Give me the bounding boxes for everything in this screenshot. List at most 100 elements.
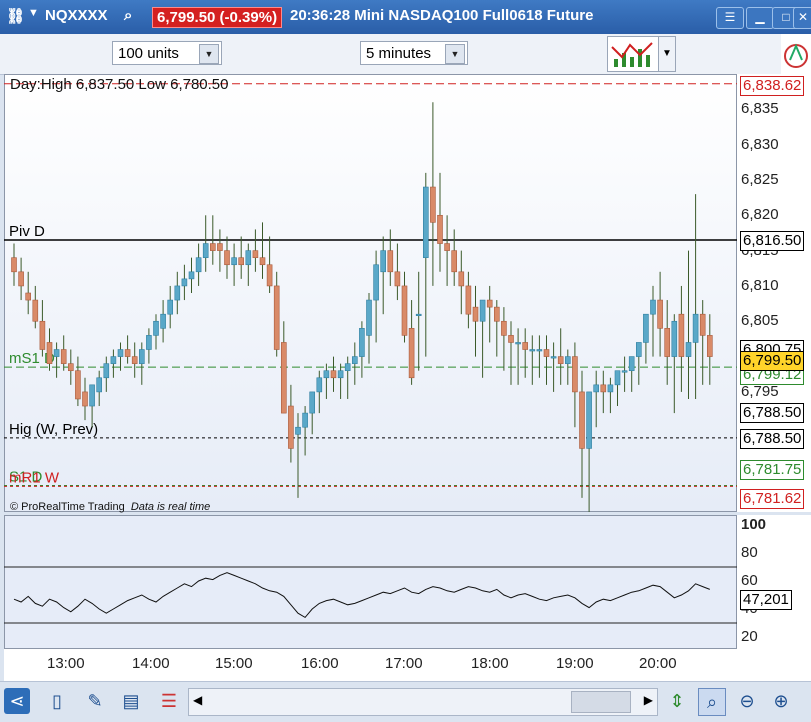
price-tick: 6,795 <box>741 382 779 400</box>
share-icon[interactable]: ⋖ <box>4 688 30 714</box>
rsi-axis[interactable]: 2040608010047,201 <box>737 515 811 649</box>
candle-body <box>330 370 337 379</box>
zoom-in-icon[interactable]: ⊕ <box>768 688 794 714</box>
rsi-tick: 20 <box>741 628 758 645</box>
chevron-down-icon[interactable]: ▼ <box>445 44 465 64</box>
candle-body <box>550 356 557 359</box>
candle-body <box>472 306 479 322</box>
candle-body <box>529 349 536 352</box>
price-axis[interactable]: 6,7956,8006,8056,8106,8156,8206,8256,830… <box>737 74 811 512</box>
candle-body <box>302 412 308 428</box>
orders-icon[interactable]: ☰ <box>156 688 182 714</box>
chart-style-button[interactable] <box>607 36 659 72</box>
chevron-down-icon[interactable]: ▼ <box>28 7 39 19</box>
level-name-label: Piv D <box>9 223 45 240</box>
level-value-badge: 6,788.50 <box>740 402 805 423</box>
candle-body <box>628 356 635 372</box>
title-bar: ⛓ ▼ NQXXXX ⌕ 6,799.50 (-0.39%) 20:36:28 … <box>0 0 811 34</box>
candle-body <box>75 370 81 400</box>
candle-body <box>273 285 280 350</box>
candle-body <box>11 257 17 273</box>
drawing-tools-icon[interactable]: ✎ <box>82 688 108 714</box>
candle-body <box>96 377 102 393</box>
price-chart-panel[interactable]: Piv DmS1 D Hig (W, Prev) S1 DmR1 W Day:Hig… <box>4 74 737 513</box>
symbol-label[interactable]: NQXXXX <box>45 7 108 24</box>
rsi-panel[interactable] <box>4 515 737 649</box>
candle-body <box>146 335 152 350</box>
candle-body <box>82 391 88 407</box>
menu-icon[interactable]: ☰ <box>716 7 744 29</box>
indicators-icon[interactable]: ▤ <box>118 688 144 714</box>
candle-body <box>380 250 387 273</box>
scroll-right-icon[interactable]: ▶ <box>644 693 653 707</box>
candle-body <box>366 299 372 336</box>
candle-body <box>650 299 656 315</box>
timeframe-select[interactable]: 5 minutes ▼ <box>360 41 468 65</box>
scroll-thumb[interactable] <box>571 691 631 713</box>
link-icon[interactable]: ⛓ <box>6 7 25 25</box>
minimize-button[interactable]: ▁ <box>746 7 774 29</box>
candle-body <box>202 243 209 258</box>
candlestick-chart[interactable]: Piv DmS1 DHig (W, Prev)S1 DmR1 W <box>4 74 737 512</box>
candle-body <box>515 342 521 345</box>
candle-body <box>309 391 316 414</box>
candle-body <box>195 257 202 273</box>
candle-body <box>89 384 95 407</box>
day-high-low-label: Day:High 6,837.50 Low 6,780.50 <box>10 76 229 93</box>
candle-body <box>437 214 443 244</box>
horizontal-scrollbar[interactable]: ◀ ▶ <box>188 688 658 716</box>
chevron-down-icon[interactable]: ▼ <box>199 44 219 64</box>
value-badge: 6,788.50 <box>740 428 805 449</box>
scroll-left-icon[interactable]: ◀ <box>193 693 202 707</box>
candle-body <box>430 186 436 223</box>
candle-body <box>593 384 600 393</box>
candle-body <box>124 349 131 357</box>
zoom-fit-icon[interactable]: ⌕ <box>698 688 726 716</box>
candle-body <box>664 328 671 357</box>
bottom-toolbar: ⋖ ▯ ✎ ▤ ☰ ◀ ▶ ⇕ ⌕ ⊖ ⊕ <box>0 681 811 722</box>
candle-body <box>117 349 124 357</box>
candle-body <box>188 271 195 280</box>
candle-body <box>444 243 450 251</box>
price-change-badge: 6,799.50 (-0.39%) <box>152 7 283 28</box>
indicator-palette-icon[interactable] <box>781 34 811 74</box>
candle-body <box>280 342 287 414</box>
candle-body <box>572 356 578 393</box>
time-tick: 18:00 <box>471 655 509 672</box>
zoom-out-icon[interactable]: ⊖ <box>734 688 760 714</box>
candle-body <box>160 313 166 329</box>
candle-body <box>103 363 110 379</box>
candle-body <box>657 299 663 329</box>
candle-body <box>351 356 358 364</box>
search-icon[interactable]: ⌕ <box>124 7 132 24</box>
candle-body <box>252 250 259 258</box>
rsi-line-chart[interactable] <box>4 515 737 649</box>
candle-body <box>295 426 301 435</box>
rsi-line <box>13 572 710 619</box>
candle-body <box>479 299 486 322</box>
rsi-tick: 100 <box>741 516 767 533</box>
candle-body <box>607 384 614 393</box>
candle-body <box>60 349 67 364</box>
candle-body <box>131 356 138 364</box>
time-tick: 13:00 <box>47 655 85 672</box>
units-select[interactable]: 100 units ▼ <box>112 41 222 65</box>
autoscale-icon[interactable]: ⇕ <box>664 688 690 714</box>
candle-body <box>678 313 685 357</box>
timeframe-value: 5 minutes <box>366 45 432 62</box>
candle-body <box>557 356 564 364</box>
candle-body <box>139 349 145 364</box>
candle-body <box>643 313 649 343</box>
candle-body <box>181 278 188 287</box>
candle-body <box>18 271 24 287</box>
close-button[interactable]: ✕ <box>793 7 811 29</box>
candle-body <box>543 349 550 357</box>
candle-body <box>579 391 585 449</box>
candle-body <box>465 285 472 315</box>
chevron-down-icon[interactable]: ▼ <box>658 36 676 72</box>
level-value-badge: 6,838.62 <box>740 76 805 97</box>
candle-body <box>337 370 344 379</box>
candle-body <box>53 349 60 357</box>
candle-body <box>373 264 379 301</box>
layout-icon[interactable]: ▯ <box>44 688 70 714</box>
